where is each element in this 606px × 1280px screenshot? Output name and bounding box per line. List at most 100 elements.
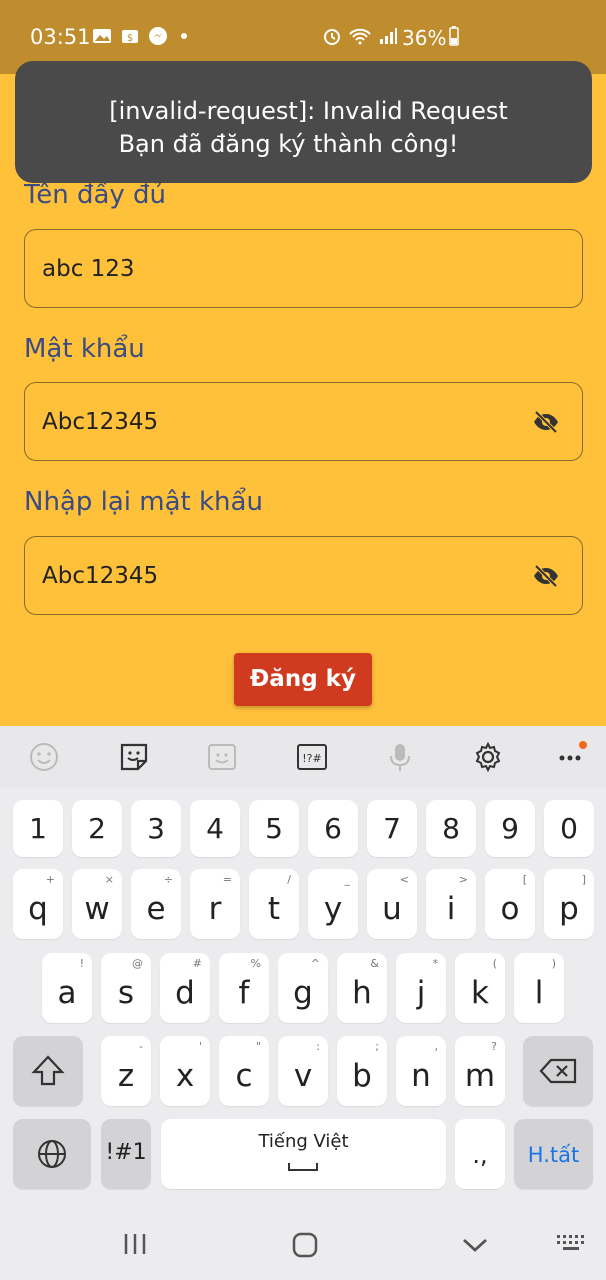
key-z-label: z xyxy=(117,1058,135,1094)
confirm-password-field[interactable]: Abc12345 xyxy=(24,536,583,615)
symbols-key[interactable]: !#1 xyxy=(101,1119,151,1189)
key-w[interactable]: w × xyxy=(72,869,122,939)
key-y[interactable]: y _ xyxy=(308,869,358,939)
key-7[interactable]: 7 xyxy=(367,800,417,857)
key-4-label: 4 xyxy=(206,812,224,845)
key-m-label: m xyxy=(464,1058,496,1094)
key-3[interactable]: 3 xyxy=(131,800,181,857)
battery-percent: 36% xyxy=(402,26,447,50)
key-p[interactable]: p] xyxy=(544,869,594,939)
key-6[interactable]: 6 xyxy=(308,800,358,857)
recent-apps-icon[interactable] xyxy=(122,1232,148,1256)
register-button[interactable]: Đăng ký xyxy=(234,653,372,706)
punctuation-key[interactable]: ., xyxy=(455,1119,505,1189)
key-j[interactable]: j * xyxy=(396,953,446,1023)
key-s-secondary: @ xyxy=(132,957,143,970)
back-icon[interactable] xyxy=(461,1236,489,1254)
confirm-password-value: Abc12345 xyxy=(42,563,159,589)
key-d[interactable]: d # xyxy=(160,953,210,1023)
key-e-label: e xyxy=(146,891,166,927)
key-s[interactable]: s @ xyxy=(101,953,151,1023)
key-x[interactable]: x ' xyxy=(160,1036,210,1106)
backspace-key[interactable] xyxy=(523,1036,593,1106)
key-r[interactable]: r = xyxy=(190,869,240,939)
key-8[interactable]: 8 xyxy=(426,800,476,857)
key-4[interactable]: 4 xyxy=(190,800,240,857)
key-d-secondary: # xyxy=(192,957,202,970)
key-c-label: c xyxy=(235,1058,253,1094)
key-h-label: h xyxy=(352,975,372,1011)
keyboard-switch-icon[interactable] xyxy=(556,1234,586,1256)
key-n[interactable]: n, xyxy=(396,1036,446,1106)
shift-key[interactable] xyxy=(13,1036,83,1106)
key-u-label: u xyxy=(382,891,402,927)
key-1[interactable]: 1 xyxy=(13,800,63,857)
toggle-visibility-icon[interactable] xyxy=(532,564,560,588)
bitmoji-icon[interactable] xyxy=(206,741,238,773)
key-h[interactable]: h & xyxy=(337,953,387,1023)
settings-icon[interactable] xyxy=(472,741,504,773)
key-f[interactable]: f% xyxy=(219,953,269,1023)
key-z-secondary: - xyxy=(139,1040,143,1053)
mic-icon[interactable] xyxy=(384,741,416,773)
key-5-label: 5 xyxy=(265,812,283,845)
fullname-field[interactable]: abc 123 xyxy=(24,229,583,308)
key-q[interactable]: q + xyxy=(13,869,63,939)
toast-message: [invalid-request]: Invalid Request Bạn đ… xyxy=(15,61,592,183)
key-z[interactable]: z- xyxy=(101,1036,151,1106)
done-key[interactable]: H.tất xyxy=(514,1119,593,1189)
key-l-label: l xyxy=(534,975,544,1011)
key-9[interactable]: 9 xyxy=(485,800,535,857)
more-icon[interactable] xyxy=(556,741,588,773)
key-5[interactable]: 5 xyxy=(249,800,299,857)
password-field[interactable]: Abc12345 xyxy=(24,382,583,461)
dot-icon xyxy=(181,33,187,39)
keyboard: !?# 1 2 3 4 5 6 7 8 9 0 q + w × e ÷ r = t / y _ u < i > o[p] a! s @ d #… xyxy=(0,726,606,1206)
shift-icon xyxy=(31,1055,65,1086)
key-h-secondary: & xyxy=(370,957,379,970)
key-i-secondary: > xyxy=(458,873,468,886)
key-j-label: j xyxy=(416,975,426,1011)
language-key[interactable] xyxy=(13,1119,91,1189)
key-t[interactable]: t / xyxy=(249,869,299,939)
key-v[interactable]: v: xyxy=(278,1036,328,1106)
key-1-label: 1 xyxy=(29,812,47,845)
key-g-secondary: ^ xyxy=(310,957,320,970)
space-key[interactable]: Tiếng Việt xyxy=(161,1119,446,1189)
key-k[interactable]: k( xyxy=(455,953,505,1023)
emoji-icon[interactable] xyxy=(28,741,60,773)
toggle-visibility-icon[interactable] xyxy=(532,410,560,434)
store-icon: $ xyxy=(122,30,138,44)
key-8-label: 8 xyxy=(442,812,460,845)
key-0[interactable]: 0 xyxy=(544,800,594,857)
key-m[interactable]: m? xyxy=(455,1036,505,1106)
messenger-icon xyxy=(149,27,167,45)
key-q-secondary: + xyxy=(45,873,55,886)
sticker-icon[interactable] xyxy=(118,741,150,773)
key-e[interactable]: e ÷ xyxy=(131,869,181,939)
key-k-secondary: ( xyxy=(492,957,497,970)
toast-line-2: Bạn đã đăng ký thành công! xyxy=(118,130,459,158)
key-t-label: t xyxy=(267,891,281,927)
symbols-icon[interactable]: !?# xyxy=(296,741,328,773)
key-r-label: r xyxy=(208,891,222,927)
key-l[interactable]: l) xyxy=(514,953,564,1023)
globe-icon xyxy=(38,1140,66,1168)
key-g[interactable]: g ^ xyxy=(278,953,328,1023)
key-o-secondary: [ xyxy=(522,873,527,886)
key-a[interactable]: a! xyxy=(42,953,92,1023)
symbols-key-label: !#1 xyxy=(105,1140,147,1165)
key-c[interactable]: c " xyxy=(219,1036,269,1106)
key-o[interactable]: o[ xyxy=(485,869,535,939)
key-n-label: n xyxy=(411,1058,431,1094)
key-b-secondary: ; xyxy=(375,1040,379,1053)
key-i[interactable]: i > xyxy=(426,869,476,939)
gallery-icon xyxy=(93,29,111,43)
key-b[interactable]: b; xyxy=(337,1036,387,1106)
key-u[interactable]: u < xyxy=(367,869,417,939)
svg-text:$: $ xyxy=(127,33,133,44)
key-d-label: d xyxy=(175,975,195,1011)
home-icon[interactable] xyxy=(291,1231,319,1259)
key-2[interactable]: 2 xyxy=(72,800,122,857)
done-key-label: H.tất xyxy=(527,1143,580,1167)
